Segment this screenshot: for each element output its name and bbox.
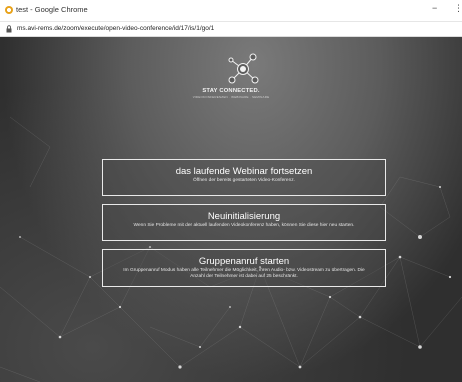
brand-title: STAY CONNECTED.: [202, 88, 260, 94]
chrome-app-icon: [5, 6, 13, 14]
continue-webinar-description: Öffnen der bereits gestarteten Video-Kon…: [193, 178, 295, 183]
minimize-button[interactable]: −: [432, 3, 437, 13]
reinitialize-button[interactable]: Neuinitialisierung Wenn Sie Probleme mit…: [102, 204, 386, 241]
more-options-button[interactable]: ⋮: [454, 3, 462, 14]
network-nodes-logo-icon: [228, 53, 259, 84]
address-bar[interactable]: ms.avi-rems.de/zoom/execute/open-video-c…: [0, 22, 462, 37]
continue-webinar-title: das laufende Webinar fortsetzen: [175, 166, 313, 177]
reinitialize-title: Neuinitialisierung: [207, 211, 281, 222]
lock-icon: [6, 25, 12, 33]
page-content: STAY CONNECTED. VIDEOKONFERENZEN · WEBIN…: [0, 37, 462, 382]
start-group-call-title: Gruppenanruf starten: [198, 256, 290, 267]
window-title: test - Google Chrome: [16, 5, 88, 14]
window-title-bar: test - Google Chrome − ⋮: [0, 0, 462, 22]
brand-tagline: VIDEOKONFERENZEN · WEBINARE · SEMINARE: [192, 95, 270, 99]
start-group-call-description: Im Gruppenanruf Modus haben alle Teilneh…: [123, 268, 365, 279]
continue-webinar-button[interactable]: das laufende Webinar fortsetzen Öffnen d…: [102, 159, 386, 196]
reinitialize-description: Wenn Sie Probleme mit der aktuell laufen…: [133, 223, 355, 228]
url-text[interactable]: ms.avi-rems.de/zoom/execute/open-video-c…: [17, 25, 214, 32]
start-group-call-button[interactable]: Gruppenanruf starten Im Gruppenanruf Mod…: [102, 249, 386, 287]
